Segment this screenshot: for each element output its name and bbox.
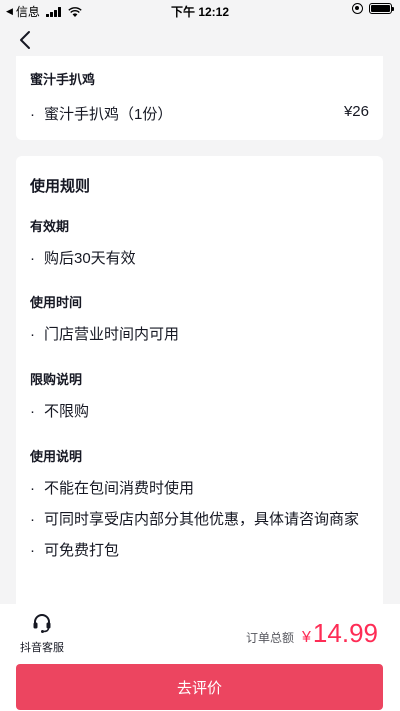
product-card: 蜜汁手扒鸡 蜜汁手扒鸡（1份） ¥26 <box>16 56 383 140</box>
purchase-limit-heading: 限购说明 <box>30 372 83 387</box>
order-total: 订单总额 ¥ 14.99 <box>246 618 378 649</box>
instructions-item: 可免费打包 <box>30 539 369 563</box>
customer-service-button[interactable]: 抖音客服 <box>14 612 70 655</box>
headset-icon <box>33 614 51 633</box>
battery-fill <box>371 5 390 12</box>
customer-service-label: 抖音客服 <box>20 642 64 654</box>
purchase-limit-item: 不限购 <box>30 400 369 424</box>
line-item-name: 蜜汁手扒鸡（1份） <box>30 103 172 127</box>
currency-symbol: ¥ <box>302 629 311 646</box>
instructions-heading: 使用说明 <box>30 449 83 464</box>
usage-time-section: 使用时间 门店营业时间内可用 <box>30 292 369 347</box>
orientation-lock-icon <box>352 3 363 14</box>
validity-item: 购后30天有效 <box>30 247 369 271</box>
status-time: 下午 12:12 <box>170 5 230 19</box>
bottom-bar: 抖音客服 订单总额 ¥ 14.99 去评价 <box>0 604 400 711</box>
instructions-item: 不能在包间消费时使用 <box>30 477 369 501</box>
product-name: 蜜汁手扒鸡 <box>30 72 96 87</box>
status-bar: ◀ 信息 下午 12:12 <box>0 0 400 20</box>
usage-time-item: 门店营业时间内可用 <box>30 323 369 347</box>
review-button[interactable]: 去评价 <box>16 664 383 710</box>
validity-heading: 有效期 <box>30 219 70 234</box>
rules-card: 使用规则 有效期 购后30天有效 使用时间 门店营业时间内可用 限购说明 不限购… <box>16 156 383 604</box>
battery-icon <box>369 3 394 14</box>
order-total-label: 订单总额 <box>246 631 295 645</box>
instructions-item: 可同时享受店内部分其他优惠，具体请咨询商家 <box>30 508 369 532</box>
product-line-item: 蜜汁手扒鸡（1份） ¥26 <box>30 103 369 127</box>
nav-bar <box>0 20 400 60</box>
validity-section: 有效期 购后30天有效 <box>30 216 369 271</box>
rules-title: 使用规则 <box>30 178 91 195</box>
order-total-amount: 14.99 <box>312 618 378 648</box>
line-item-price: ¥26 <box>343 103 369 120</box>
status-bar-right <box>352 3 394 14</box>
purchase-limit-section: 限购说明 不限购 <box>30 369 369 424</box>
instructions-section: 使用说明 不能在包间消费时使用 可同时享受店内部分其他优惠，具体请咨询商家 可免… <box>30 446 369 563</box>
back-chevron-icon[interactable] <box>12 26 40 54</box>
usage-time-heading: 使用时间 <box>30 295 83 310</box>
